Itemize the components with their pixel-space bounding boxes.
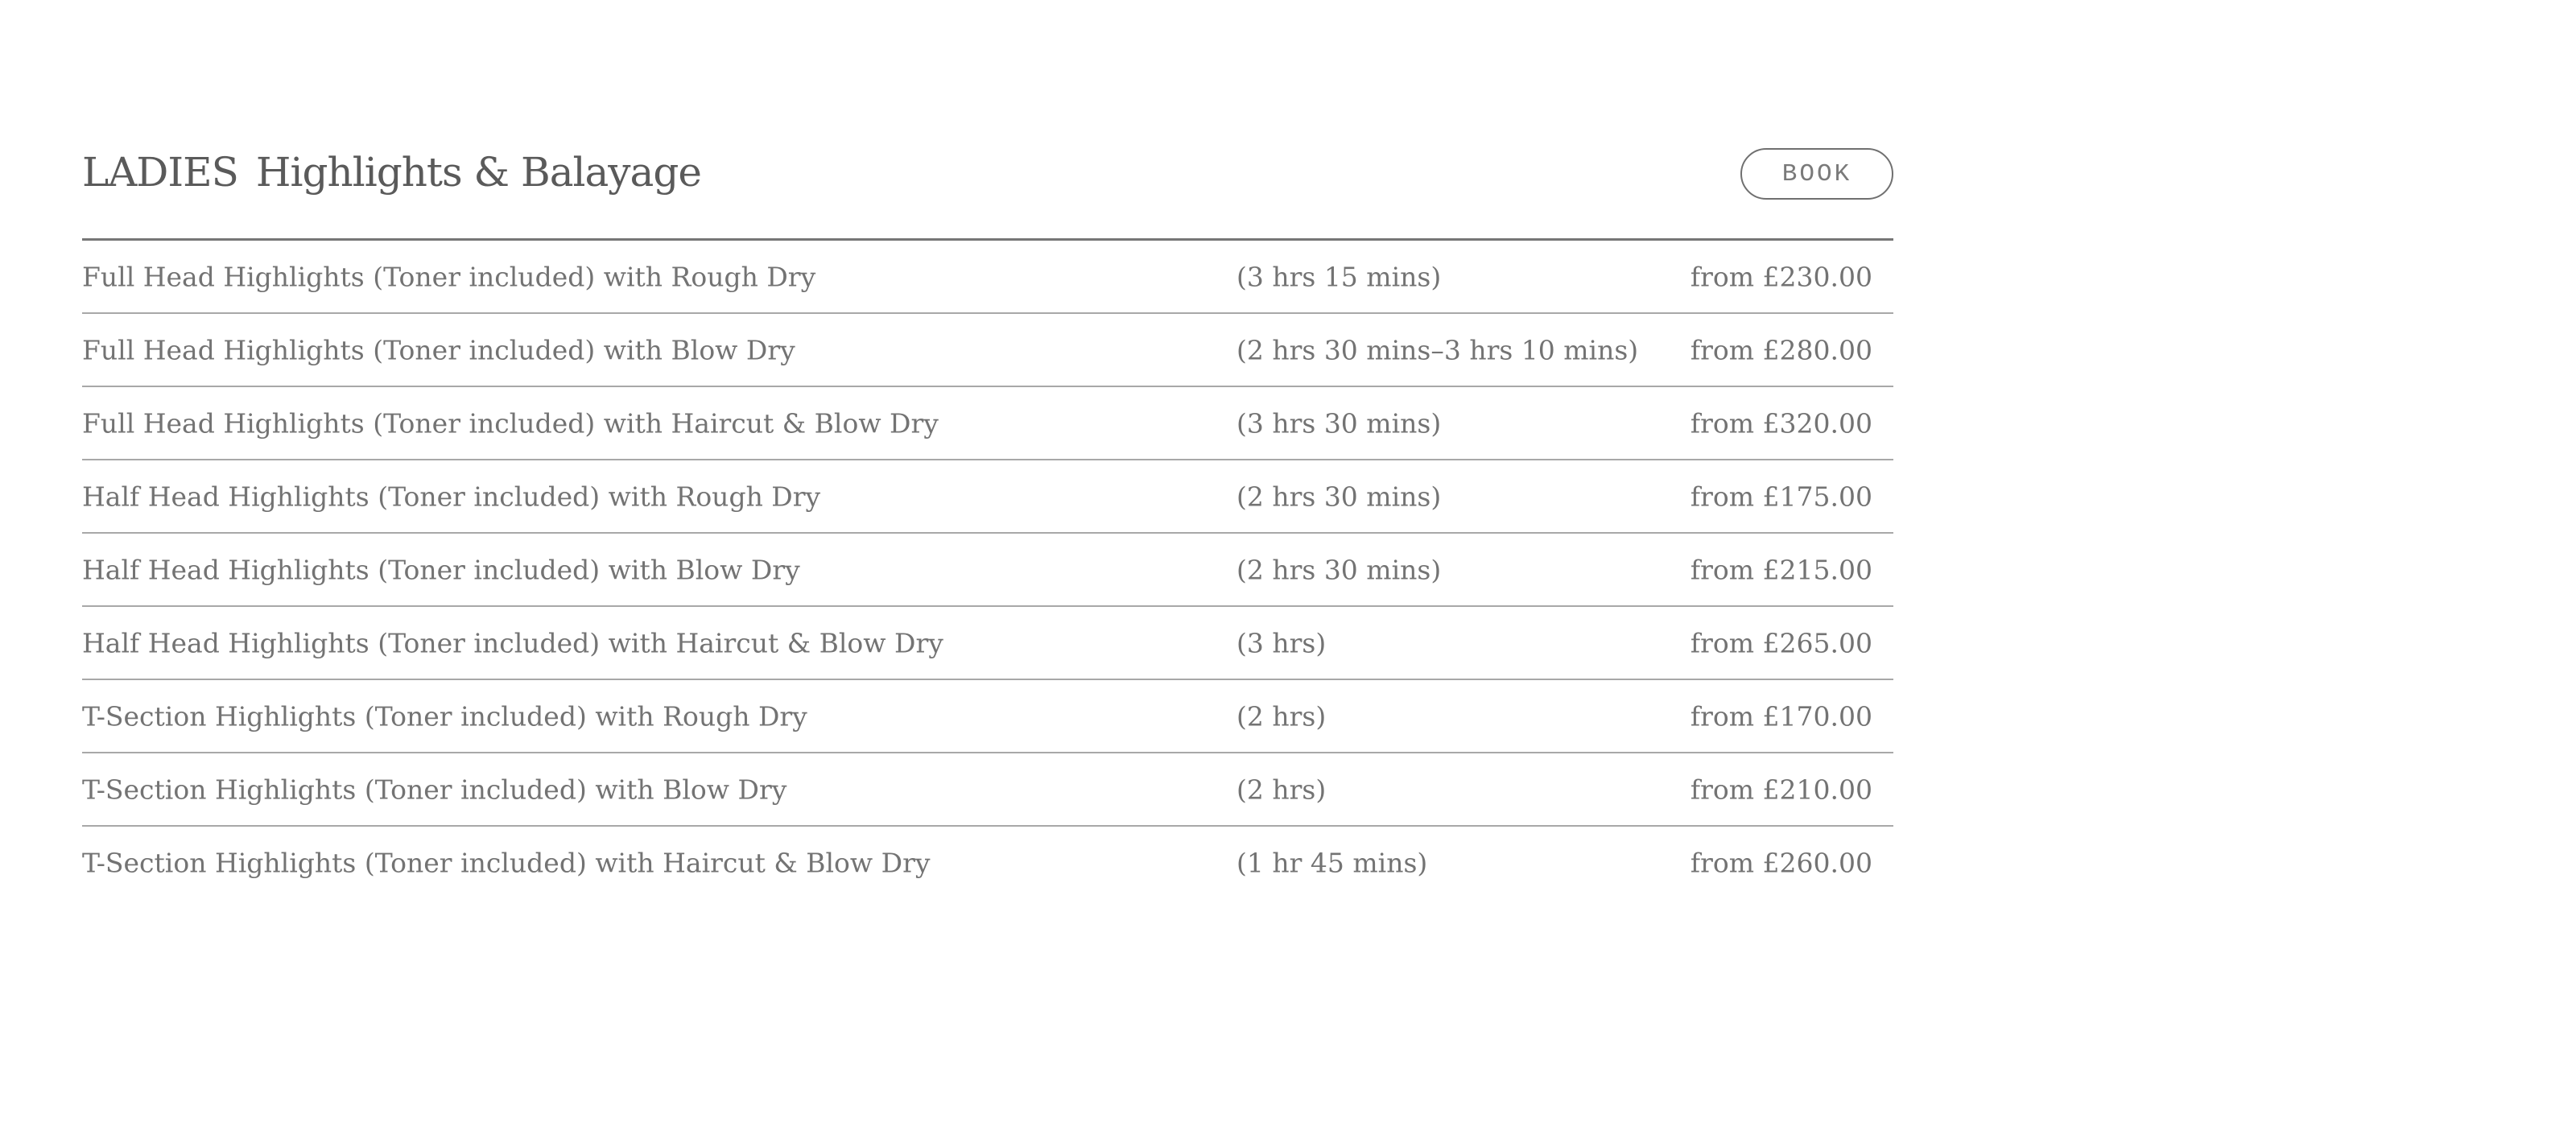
service-price: from £210.00 — [1690, 774, 1872, 805]
service-row: Full Head Highlights (Toner included) wi… — [82, 387, 1893, 460]
service-name: Half Head Highlights (Toner included) wi… — [82, 481, 821, 512]
service-duration: (3 hrs) — [1236, 627, 1327, 658]
service-price: from £215.00 — [1690, 554, 1872, 585]
service-price: from £170.00 — [1690, 700, 1872, 732]
book-button[interactable]: BOOK — [1740, 148, 1893, 200]
service-duration: (3 hrs 15 mins) — [1236, 261, 1442, 292]
service-duration: (2 hrs 30 mins–3 hrs 10 mins) — [1236, 334, 1639, 365]
service-row: T-Section Highlights (Toner included) wi… — [82, 753, 1893, 827]
service-price: from £280.00 — [1690, 334, 1872, 365]
service-price: from £230.00 — [1690, 261, 1872, 292]
section-category: LADIES — [82, 149, 239, 196]
service-name: Full Head Highlights (Toner included) wi… — [82, 334, 795, 365]
section-name: Highlights & Balayage — [255, 149, 702, 196]
service-name: Half Head Highlights (Toner included) wi… — [82, 554, 800, 585]
service-row: Half Head Highlights (Toner included) wi… — [82, 607, 1893, 680]
service-name: T-Section Highlights (Toner included) wi… — [82, 774, 787, 805]
service-list: Full Head Highlights (Toner included) wi… — [82, 241, 1893, 898]
service-name: Full Head Highlights (Toner included) wi… — [82, 261, 816, 292]
service-duration: (2 hrs 30 mins) — [1236, 481, 1442, 512]
service-name: T-Section Highlights (Toner included) wi… — [82, 700, 807, 732]
section-title: LADIES Highlights & Balayage — [82, 149, 702, 196]
service-price: from £175.00 — [1690, 481, 1872, 512]
service-row: Half Head Highlights (Toner included) wi… — [82, 460, 1893, 534]
service-row: Full Head Highlights (Toner included) wi… — [82, 314, 1893, 387]
service-name: Full Head Highlights (Toner included) wi… — [82, 407, 939, 439]
service-duration: (2 hrs) — [1236, 774, 1327, 805]
service-row: T-Section Highlights (Toner included) wi… — [82, 827, 1893, 898]
service-duration: (3 hrs 30 mins) — [1236, 407, 1442, 439]
service-price: from £260.00 — [1690, 847, 1872, 878]
service-row: T-Section Highlights (Toner included) wi… — [82, 680, 1893, 753]
section-header: LADIES Highlights & Balayage BOOK — [82, 145, 1893, 241]
service-row: Full Head Highlights (Toner included) wi… — [82, 241, 1893, 314]
service-name: Half Head Highlights (Toner included) wi… — [82, 627, 943, 658]
service-menu: LADIES Highlights & Balayage BOOK Full He… — [82, 145, 1893, 898]
service-duration: (1 hr 45 mins) — [1236, 847, 1428, 878]
service-price: from £265.00 — [1690, 627, 1872, 658]
service-price: from £320.00 — [1690, 407, 1872, 439]
service-duration: (2 hrs 30 mins) — [1236, 554, 1442, 585]
service-duration: (2 hrs) — [1236, 700, 1327, 732]
service-row: Half Head Highlights (Toner included) wi… — [82, 534, 1893, 607]
service-name: T-Section Highlights (Toner included) wi… — [82, 847, 931, 878]
